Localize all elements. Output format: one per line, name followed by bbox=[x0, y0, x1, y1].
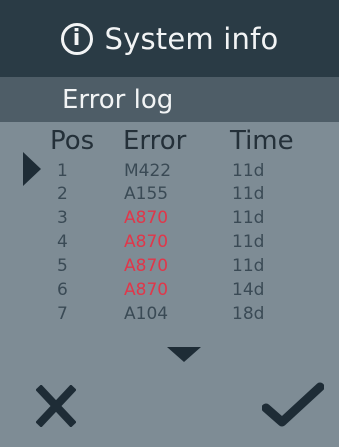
row-pos: 2 bbox=[57, 184, 68, 204]
table-row[interactable]: 5 A870 11d bbox=[0, 256, 339, 277]
table-row[interactable]: 1 M422 11d bbox=[0, 161, 339, 182]
row-pos: 5 bbox=[57, 256, 68, 276]
row-error: A104 bbox=[124, 304, 169, 324]
row-error: A870 bbox=[124, 256, 169, 276]
row-pos: 4 bbox=[57, 232, 68, 252]
row-pos: 7 bbox=[57, 304, 68, 324]
column-header-error: Error bbox=[123, 126, 187, 156]
row-time: 18d bbox=[232, 304, 265, 324]
row-error: A155 bbox=[124, 184, 169, 204]
row-time: 11d bbox=[232, 184, 265, 204]
row-error: A870 bbox=[124, 208, 169, 228]
row-error: A870 bbox=[124, 232, 169, 252]
row-error: M422 bbox=[124, 161, 172, 181]
table-row[interactable]: 3 A870 11d bbox=[0, 208, 339, 229]
row-pos: 1 bbox=[57, 161, 68, 181]
section-title: Error log bbox=[0, 77, 339, 122]
checkmark-icon bbox=[261, 382, 325, 427]
row-error: A870 bbox=[124, 280, 169, 300]
row-time: 11d bbox=[232, 256, 265, 276]
column-header-time: Time bbox=[230, 126, 294, 156]
table-row[interactable]: 6 A870 14d bbox=[0, 280, 339, 301]
table-row[interactable]: 4 A870 11d bbox=[0, 232, 339, 253]
info-icon: i bbox=[60, 22, 93, 55]
table-row[interactable]: 2 A155 11d bbox=[0, 184, 339, 205]
close-icon bbox=[35, 384, 77, 428]
row-time: 11d bbox=[232, 161, 265, 181]
scroll-down-icon[interactable] bbox=[167, 347, 201, 362]
row-pos: 6 bbox=[57, 280, 68, 300]
row-time: 11d bbox=[232, 208, 265, 228]
row-pos: 3 bbox=[57, 208, 68, 228]
row-time: 14d bbox=[232, 280, 265, 300]
table-row[interactable]: 7 A104 18d bbox=[0, 304, 339, 325]
cancel-button[interactable] bbox=[35, 384, 77, 428]
confirm-button[interactable] bbox=[261, 382, 325, 428]
header-bar: i System info bbox=[0, 0, 339, 77]
page-title: System info bbox=[104, 21, 279, 56]
row-time: 11d bbox=[232, 232, 265, 252]
column-header-pos: Pos bbox=[50, 126, 95, 156]
